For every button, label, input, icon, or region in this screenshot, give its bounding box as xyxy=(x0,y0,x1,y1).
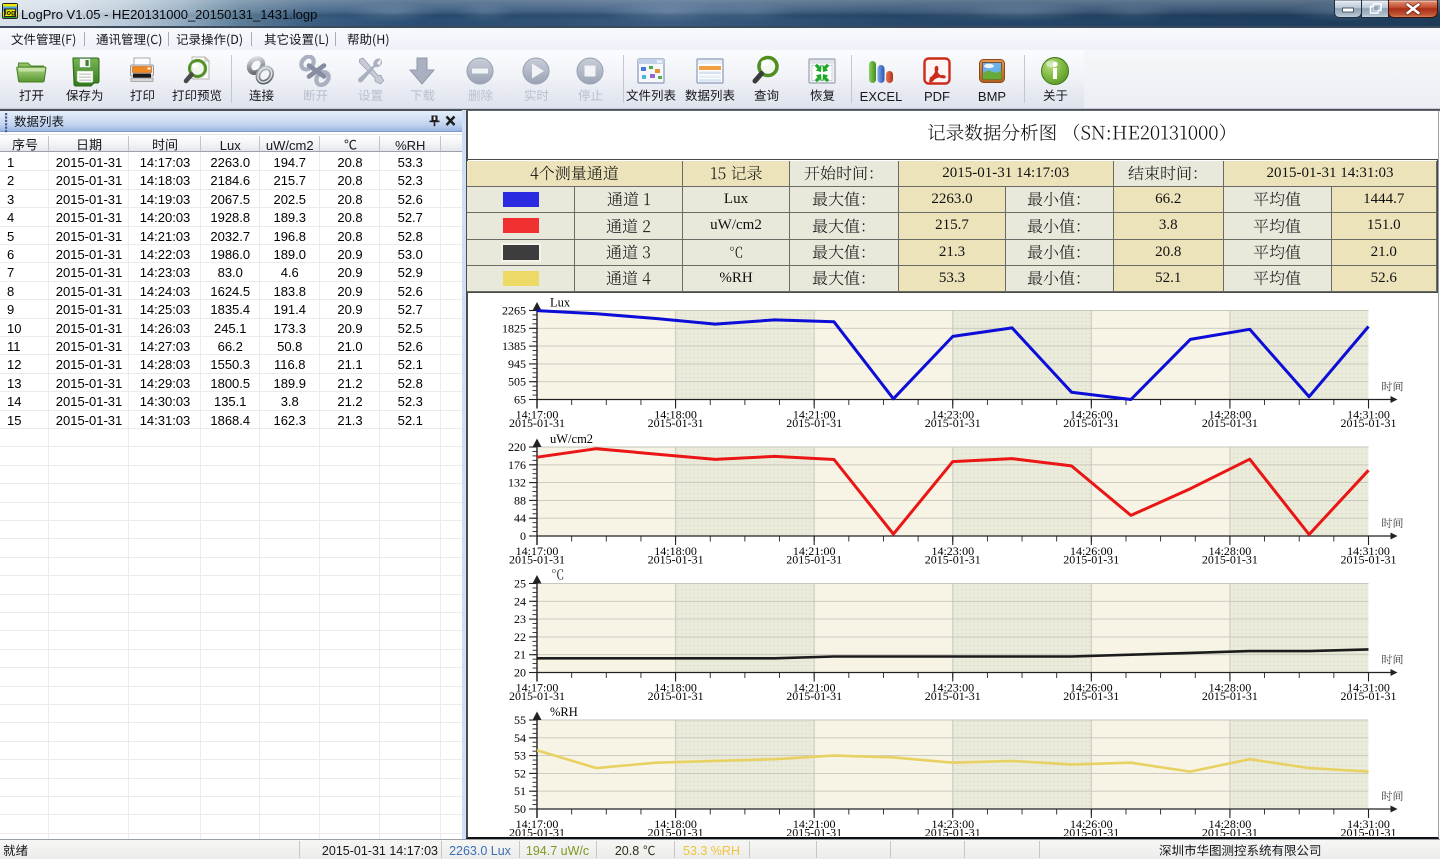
svg-text:2015-01-31: 2015-01-31 xyxy=(1341,416,1397,430)
svg-text:2015-01-31: 2015-01-31 xyxy=(925,689,981,703)
svg-text:2015-01-31: 2015-01-31 xyxy=(925,553,981,567)
svg-text:2015-01-31: 2015-01-31 xyxy=(1063,689,1119,703)
svg-text:25: 25 xyxy=(514,577,526,591)
svg-text:945: 945 xyxy=(508,357,526,371)
svg-text:2015-01-31: 2015-01-31 xyxy=(1202,826,1258,837)
svg-text:2015-01-31: 2015-01-31 xyxy=(786,553,842,567)
svg-text:2015-01-31: 2015-01-31 xyxy=(648,689,704,703)
svg-text:2015-01-31: 2015-01-31 xyxy=(648,826,704,837)
svg-text:1385: 1385 xyxy=(502,339,526,353)
svg-text:2015-01-31: 2015-01-31 xyxy=(509,689,565,703)
svg-text:52: 52 xyxy=(514,766,526,780)
svg-text:2015-01-31: 2015-01-31 xyxy=(1341,826,1397,837)
svg-text:2015-01-31: 2015-01-31 xyxy=(786,826,842,837)
svg-text:176: 176 xyxy=(508,458,526,472)
svg-text:log: log xyxy=(5,10,16,17)
svg-text:0: 0 xyxy=(520,529,526,543)
svg-text:2015-01-31: 2015-01-31 xyxy=(786,416,842,430)
svg-text:2015-01-31: 2015-01-31 xyxy=(925,826,981,837)
svg-text:2015-01-31: 2015-01-31 xyxy=(1202,553,1258,567)
svg-text:2015-01-31: 2015-01-31 xyxy=(509,416,565,430)
svg-text:65: 65 xyxy=(514,393,526,407)
svg-text:20: 20 xyxy=(514,666,526,680)
svg-text:2015-01-31: 2015-01-31 xyxy=(648,553,704,567)
svg-text:22: 22 xyxy=(514,630,526,644)
svg-text:2015-01-31: 2015-01-31 xyxy=(1063,553,1119,567)
svg-text:55: 55 xyxy=(514,713,526,727)
svg-text:Lux: Lux xyxy=(550,296,571,310)
svg-text:21: 21 xyxy=(514,648,526,662)
svg-text:51: 51 xyxy=(514,784,526,798)
svg-text:1825: 1825 xyxy=(502,321,526,335)
svg-text:24: 24 xyxy=(514,594,526,608)
svg-text:2015-01-31: 2015-01-31 xyxy=(1341,689,1397,703)
svg-text:2015-01-31: 2015-01-31 xyxy=(1202,416,1258,430)
svg-text:505: 505 xyxy=(508,375,526,389)
svg-text:132: 132 xyxy=(508,476,526,490)
svg-text:53: 53 xyxy=(514,749,526,763)
svg-text:2015-01-31: 2015-01-31 xyxy=(925,416,981,430)
svg-text:2015-01-31: 2015-01-31 xyxy=(509,826,565,837)
svg-text:%RH: %RH xyxy=(550,705,578,719)
svg-text:2015-01-31: 2015-01-31 xyxy=(509,553,565,567)
svg-text:54: 54 xyxy=(514,731,526,745)
svg-text:2015-01-31: 2015-01-31 xyxy=(786,689,842,703)
svg-text:23: 23 xyxy=(514,612,526,626)
svg-text:uW/cm2: uW/cm2 xyxy=(550,432,593,446)
svg-text:220: 220 xyxy=(508,440,526,454)
svg-text:2015-01-31: 2015-01-31 xyxy=(1202,689,1258,703)
svg-text:2015-01-31: 2015-01-31 xyxy=(648,416,704,430)
svg-text:2015-01-31: 2015-01-31 xyxy=(1063,826,1119,837)
svg-text:2015-01-31: 2015-01-31 xyxy=(1063,416,1119,430)
svg-text:2265: 2265 xyxy=(502,304,526,318)
svg-text:44: 44 xyxy=(514,511,526,525)
svg-text:50: 50 xyxy=(514,802,526,816)
svg-text:2015-01-31: 2015-01-31 xyxy=(1341,553,1397,567)
svg-text:88: 88 xyxy=(514,493,526,507)
